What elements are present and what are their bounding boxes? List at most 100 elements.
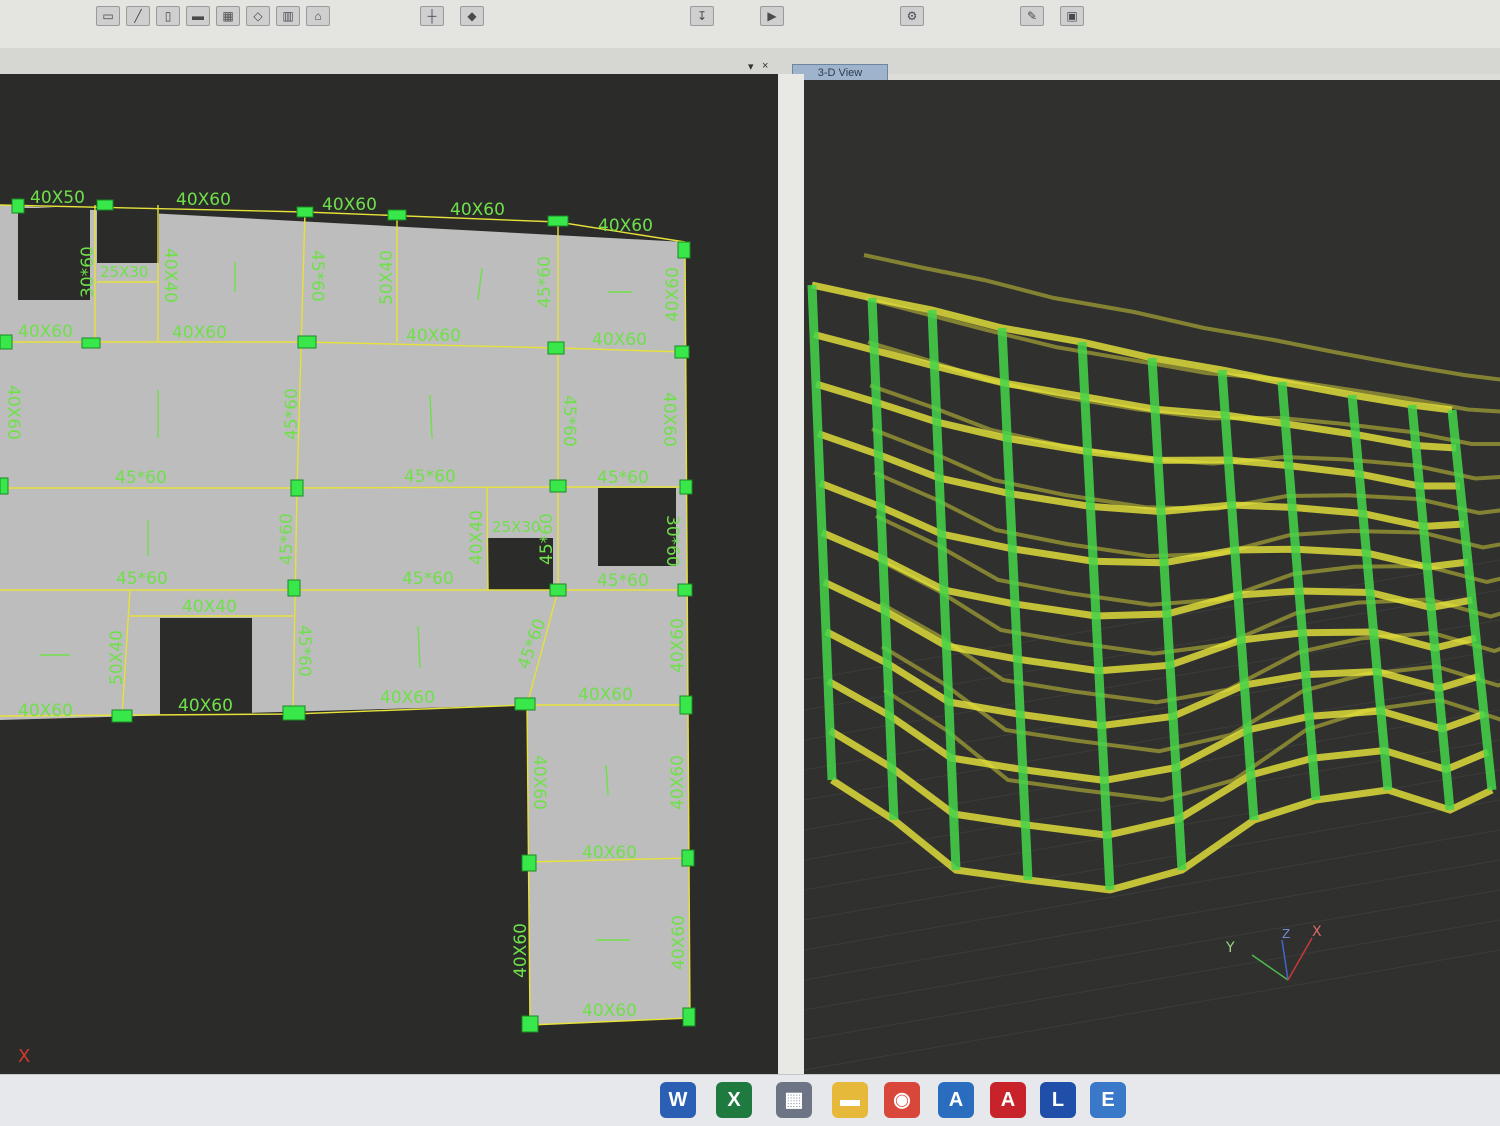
beam-label-vertical: 40X60 bbox=[529, 755, 549, 810]
column bbox=[682, 1007, 696, 1027]
column bbox=[297, 335, 317, 349]
column bbox=[11, 198, 25, 214]
beam-label-vertical: 40X60 bbox=[669, 915, 689, 970]
axis-triad: Y Z X bbox=[1225, 924, 1322, 981]
view-3d[interactable]: Y Z X bbox=[804, 80, 1500, 1074]
axis-z-label: Z bbox=[1282, 927, 1290, 941]
pane-divider[interactable] bbox=[778, 74, 804, 1074]
beam-label-vertical: 45*60 bbox=[307, 250, 327, 302]
beam-label-vertical: 40X60 bbox=[668, 755, 688, 810]
beam-label: 40X60 bbox=[450, 200, 505, 220]
beam-label: 40X60 bbox=[380, 688, 435, 708]
column bbox=[679, 695, 693, 715]
column bbox=[514, 697, 536, 711]
draw-column-icon[interactable]: ▯ bbox=[156, 6, 180, 26]
beam-label-vertical: 45*60 bbox=[559, 395, 579, 447]
select-icon[interactable]: ▭ bbox=[96, 6, 120, 26]
opening bbox=[97, 208, 159, 263]
beam-label: 45*60 bbox=[597, 468, 649, 488]
column bbox=[547, 341, 565, 355]
beam-label-vertical: 40X60 bbox=[659, 392, 679, 447]
beam-label: 45*60 bbox=[597, 571, 649, 591]
excel-icon[interactable]: X bbox=[716, 1082, 752, 1118]
assign-icon[interactable]: ◆ bbox=[460, 6, 484, 26]
beam-label: 40X50 bbox=[30, 188, 85, 208]
beam-label-vertical: 45*60 bbox=[537, 513, 557, 565]
beam-label-vertical: 40X40 bbox=[467, 510, 487, 565]
autocad-icon[interactable]: A bbox=[990, 1082, 1026, 1118]
beam-label-vertical: 45*60 bbox=[277, 513, 297, 565]
opening-icon[interactable]: ◇ bbox=[246, 6, 270, 26]
column bbox=[81, 337, 101, 349]
pane-dropdown-icon[interactable]: ▾ bbox=[748, 60, 754, 73]
beam-label: 45*60 bbox=[116, 569, 168, 589]
analysis-icon[interactable]: ▶ bbox=[760, 6, 784, 26]
column bbox=[521, 1015, 539, 1033]
beam-label: 40X60 bbox=[592, 330, 647, 350]
column bbox=[549, 583, 567, 597]
display-icon[interactable]: ▣ bbox=[1060, 6, 1084, 26]
column bbox=[282, 705, 306, 721]
axis-x-label: X bbox=[18, 1046, 30, 1067]
column bbox=[679, 479, 693, 495]
axis-x-label-3d: X bbox=[1312, 924, 1322, 940]
file-explorer-icon[interactable]: ▬ bbox=[832, 1082, 868, 1118]
word-icon[interactable]: W bbox=[660, 1082, 696, 1118]
beam-label: 40X60 bbox=[582, 843, 637, 863]
beam-label-vertical: 45*60 bbox=[535, 256, 555, 308]
load-icon[interactable]: ↧ bbox=[690, 6, 714, 26]
column bbox=[677, 583, 693, 597]
axis-y-label: Y bbox=[1225, 940, 1235, 956]
column bbox=[677, 241, 691, 259]
draw-beam-icon[interactable]: ▬ bbox=[186, 6, 210, 26]
calculator-icon[interactable]: ▦ bbox=[776, 1082, 812, 1118]
l-app-icon[interactable]: L bbox=[1040, 1082, 1076, 1118]
beam-label-vertical: 30*60 bbox=[78, 246, 98, 298]
draw-slab-icon[interactable]: ▦ bbox=[216, 6, 240, 26]
pen-icon[interactable]: ✎ bbox=[1020, 6, 1044, 26]
beam-label-vertical: 40X60 bbox=[668, 618, 688, 673]
plan-view[interactable]: 40X50 40X60 40X60 40X60 40X60 40X60 40X6… bbox=[0, 74, 778, 1074]
beam-label-vertical: 40X60 bbox=[3, 385, 23, 440]
design-icon[interactable]: ⚙ bbox=[900, 6, 924, 26]
column bbox=[681, 849, 695, 867]
column bbox=[96, 199, 114, 211]
beam-label: 40X40 bbox=[182, 597, 237, 617]
beam-label: 40X60 bbox=[18, 322, 73, 342]
wall-icon[interactable]: ▥ bbox=[276, 6, 300, 26]
beam-label: 25X30 bbox=[492, 518, 540, 536]
pane-close-icon[interactable]: × bbox=[762, 60, 768, 72]
column bbox=[549, 479, 567, 493]
column bbox=[387, 209, 407, 221]
beam-label-vertical: 30*60 bbox=[662, 515, 682, 567]
frame-3d-model: Y Z X bbox=[804, 253, 1500, 1071]
column bbox=[111, 709, 133, 723]
beam-label: 40X60 bbox=[406, 326, 461, 346]
column bbox=[0, 334, 13, 350]
beam-label: 40X60 bbox=[582, 1001, 637, 1021]
beam-label: 40X60 bbox=[322, 195, 377, 215]
beam-label-vertical: 50X40 bbox=[107, 630, 127, 685]
beam-label-vertical: 40X60 bbox=[663, 267, 683, 322]
beam-label-vertical: 50X40 bbox=[377, 250, 397, 305]
plan-drawing: 40X50 40X60 40X60 40X60 40X60 40X60 40X6… bbox=[0, 188, 696, 1067]
autodesk-icon[interactable]: A bbox=[938, 1082, 974, 1118]
beam-label: 45*60 bbox=[404, 467, 456, 487]
column bbox=[547, 215, 569, 227]
grid-icon[interactable]: ┼ bbox=[420, 6, 444, 26]
beam-label: 40X60 bbox=[176, 190, 231, 210]
column bbox=[521, 854, 537, 872]
beam-label: 40X60 bbox=[18, 701, 73, 721]
column bbox=[296, 206, 314, 218]
section-icon[interactable]: ⌂ bbox=[306, 6, 330, 26]
chrome-icon[interactable]: ◉ bbox=[884, 1082, 920, 1118]
beam-label: 25X30 bbox=[100, 263, 148, 281]
column bbox=[674, 345, 690, 359]
beam-label: 40X60 bbox=[172, 323, 227, 343]
beam-label: 40X60 bbox=[178, 696, 233, 716]
draw-line-icon[interactable]: ╱ bbox=[126, 6, 150, 26]
column bbox=[0, 477, 9, 495]
beam-label: 45*60 bbox=[115, 468, 167, 488]
etabs-icon[interactable]: E bbox=[1090, 1082, 1126, 1118]
beam-label-vertical: 45*60 bbox=[282, 388, 302, 440]
